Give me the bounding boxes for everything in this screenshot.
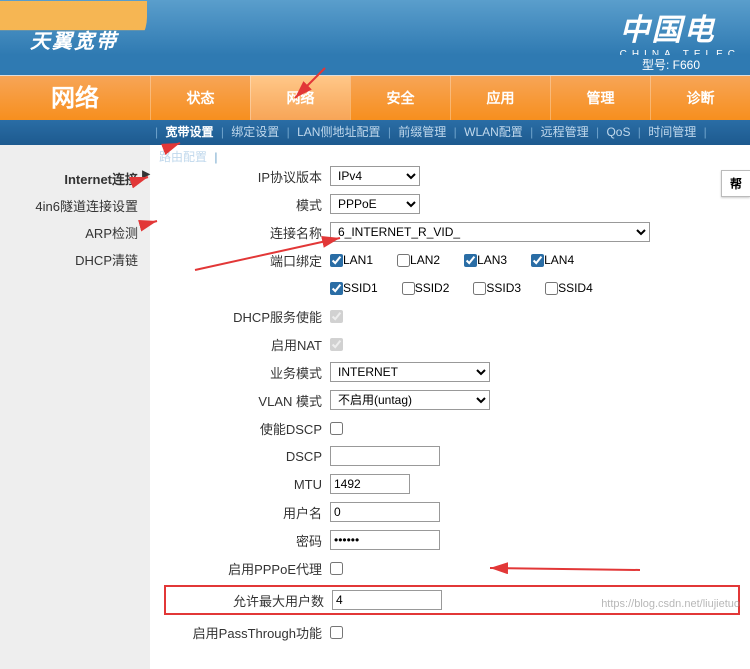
label-dhcp-enable: DHCP服务使能 <box>170 307 330 326</box>
label-pppoe-proxy: 启用PPPoE代理 <box>170 559 330 578</box>
subtab-broadband[interactable]: 宽带设置 <box>161 120 217 145</box>
cb-ssid2[interactable]: SSID2 <box>402 281 450 295</box>
header: 天翼宽带 中国电 CHINA TELEC <box>0 0 750 55</box>
cb-lan1[interactable]: LAN1 <box>330 253 373 267</box>
label-mode: 模式 <box>170 195 330 214</box>
sidebar-dhcp-clear[interactable]: DHCP清链 <box>0 246 150 273</box>
subtab-qos[interactable]: QoS <box>602 120 634 145</box>
subtab-binding[interactable]: 绑定设置 <box>227 120 283 145</box>
tab-app[interactable]: 应用 <box>450 76 550 120</box>
cb-nat <box>330 338 343 351</box>
select-ip-version[interactable]: IPv4 <box>330 166 420 186</box>
cb-ssid4[interactable]: SSID4 <box>545 281 593 295</box>
subtab-lan[interactable]: LAN侧地址配置 <box>293 120 384 145</box>
main-tabs: 网络 状态 网络 安全 应用 管理 诊断 <box>0 75 750 120</box>
label-max-users: 允许最大用户数 <box>172 591 332 610</box>
subtab-prefix[interactable]: 前缀管理 <box>394 120 450 145</box>
subtab-time[interactable]: 时间管理 <box>644 120 700 145</box>
section-title: 网络 <box>0 76 150 120</box>
model-row: 型号: F660 <box>0 55 750 75</box>
cb-lan4[interactable]: LAN4 <box>531 253 574 267</box>
sidebar-internet-conn[interactable]: Internet连接 <box>0 165 150 192</box>
body: Internet连接 4in6隧道连接设置 ARP检测 DHCP清链 帮 IP协… <box>0 145 750 669</box>
subtab-remote[interactable]: 远程管理 <box>537 120 593 145</box>
tab-manage[interactable]: 管理 <box>550 76 650 120</box>
select-mode[interactable]: PPPoE <box>330 194 420 214</box>
content: 帮 IP协议版本 IPv4 模式 PPPoE 连接名称 6_INTERNET_R… <box>150 145 750 669</box>
help-tab[interactable]: 帮 <box>721 170 750 197</box>
sidebar-4in6[interactable]: 4in6隧道连接设置 <box>0 192 150 219</box>
label-ip-version: IP协议版本 <box>170 167 330 186</box>
tab-status[interactable]: 状态 <box>150 76 250 120</box>
label-enable-dscp: 使能DSCP <box>170 419 330 438</box>
model-label: 型号: <box>642 58 669 72</box>
select-vlan-mode[interactable]: 不启用(untag) <box>330 390 490 410</box>
label-mtu: MTU <box>170 477 330 492</box>
label-dscp: DSCP <box>170 449 330 464</box>
label-svc-mode: 业务模式 <box>170 363 330 382</box>
model-value: F660 <box>673 58 700 72</box>
tab-diag[interactable]: 诊断 <box>650 76 750 120</box>
subtab-wlan[interactable]: WLAN配置 <box>460 120 527 145</box>
cb-passthrough[interactable] <box>330 626 343 639</box>
carrier-cn: 中国电 <box>620 14 716 47</box>
carrier-en: CHINA TELEC <box>620 49 740 55</box>
cb-ssid1[interactable]: SSID1 <box>330 281 378 295</box>
input-user[interactable] <box>330 502 440 522</box>
cb-dhcp-enable <box>330 310 343 323</box>
cb-lan2[interactable]: LAN2 <box>397 253 440 267</box>
input-max-users[interactable] <box>332 590 442 610</box>
brand-title: 天翼宽带 <box>30 25 118 54</box>
cb-ssid3[interactable]: SSID3 <box>473 281 521 295</box>
input-dscp[interactable] <box>330 446 440 466</box>
cb-pppoe-proxy[interactable] <box>330 562 343 575</box>
label-conn-name: 连接名称 <box>170 223 330 242</box>
label-user: 用户名 <box>170 503 330 522</box>
input-mtu[interactable] <box>330 474 410 494</box>
label-pass: 密码 <box>170 531 330 550</box>
select-svc-mode[interactable]: INTERNET <box>330 362 490 382</box>
label-nat: 启用NAT <box>170 335 330 354</box>
label-vlan-mode: VLAN 模式 <box>170 391 330 410</box>
sidebar: Internet连接 4in6隧道连接设置 ARP检测 DHCP清链 <box>0 145 150 669</box>
label-passthrough: 启用PassThrough功能 <box>170 623 330 642</box>
input-pass[interactable] <box>330 530 440 550</box>
cb-lan3[interactable]: LAN3 <box>464 253 507 267</box>
sidebar-arp[interactable]: ARP检测 <box>0 219 150 246</box>
cb-enable-dscp[interactable] <box>330 422 343 435</box>
label-port-bind: 端口绑定 <box>170 251 330 270</box>
sub-tabs: | 宽带设置 | 绑定设置 | LAN侧地址配置 | 前缀管理 | WLAN配置… <box>0 120 750 145</box>
tab-security[interactable]: 安全 <box>350 76 450 120</box>
select-conn-name[interactable]: 6_INTERNET_R_VID_ <box>330 222 650 242</box>
watermark: https://blog.csdn.net/liujietuo <box>601 598 740 610</box>
carrier-logo: 中国电 CHINA TELEC <box>620 5 740 55</box>
tab-network[interactable]: 网络 <box>250 76 350 120</box>
